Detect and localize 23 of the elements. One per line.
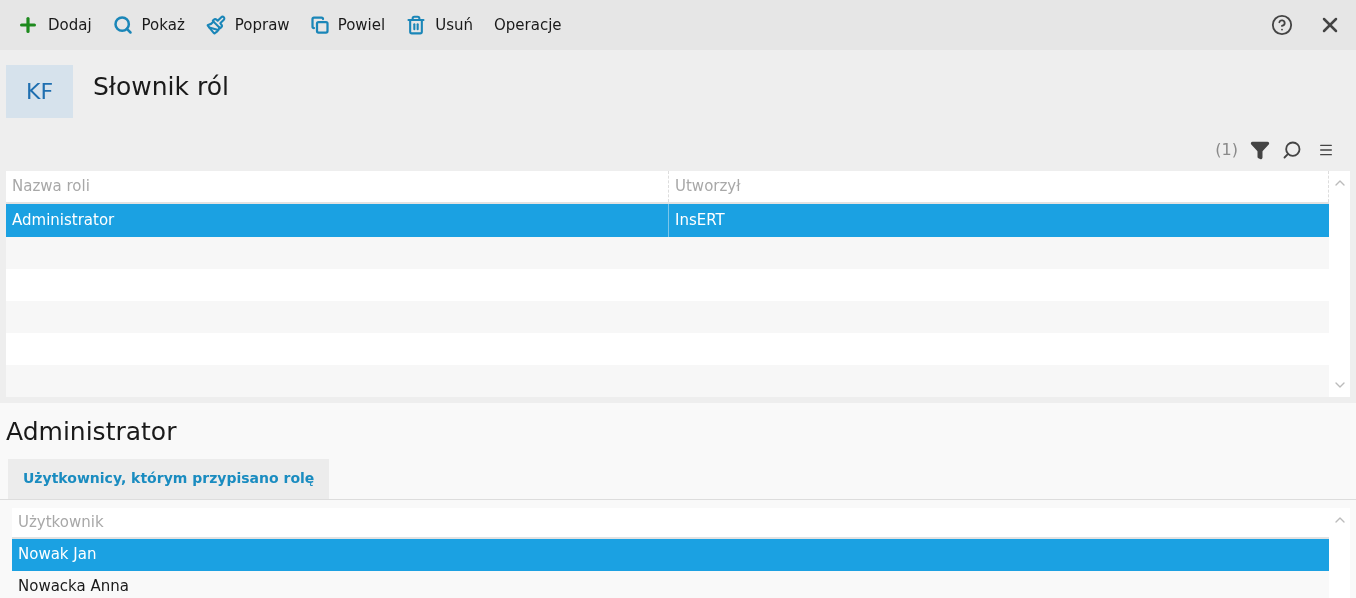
toolbar-button[interactable]: Usuń <box>403 8 476 42</box>
page-title: Słownik ról <box>93 70 229 103</box>
help-icon[interactable] <box>1271 14 1293 36</box>
toolbar-button[interactable]: Dodaj <box>14 8 95 42</box>
toolbar-button[interactable]: Pokaż <box>109 8 188 42</box>
table-cell-text: Nowacka Anna <box>18 576 129 598</box>
detail-title: Administrator <box>5 416 178 448</box>
filter-icon[interactable] <box>1250 140 1270 160</box>
app-badge: KF <box>6 65 73 118</box>
record-count: (1) <box>1215 139 1238 161</box>
search-icon <box>112 15 133 35</box>
table-cell-text: Nowak Jan <box>18 544 97 566</box>
copy-icon <box>310 16 329 34</box>
brush-icon <box>205 15 226 35</box>
toolbar-button[interactable]: Operacje <box>491 8 565 42</box>
trash-icon <box>406 15 427 35</box>
plus-icon <box>17 14 39 36</box>
table-cell-text: InsERT <box>674 210 726 232</box>
menu-icon[interactable] <box>1318 142 1334 158</box>
toolbar-button[interactable]: Popraw <box>202 8 293 42</box>
table-row[interactable]: Nowacka Anna <box>12 570 1329 598</box>
search-icon[interactable] <box>1282 140 1302 160</box>
toolbar-button[interactable]: Powiel <box>307 8 389 42</box>
